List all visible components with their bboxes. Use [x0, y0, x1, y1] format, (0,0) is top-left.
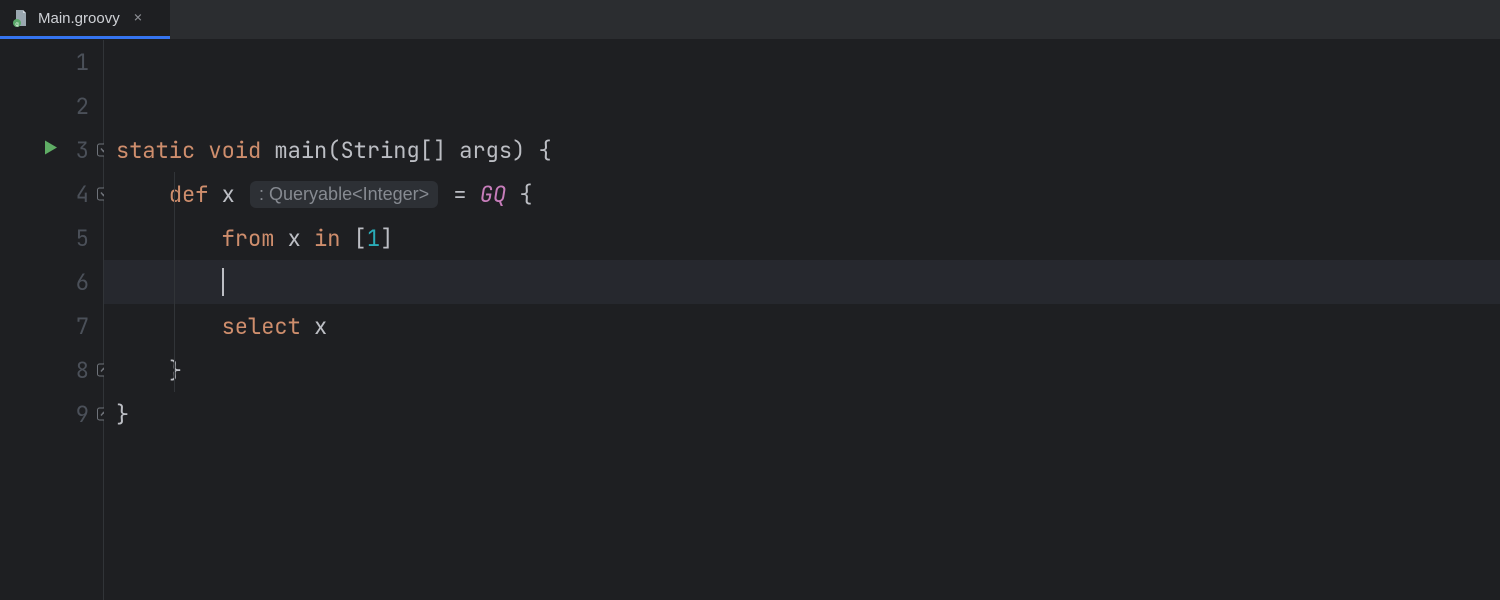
editor-tabbar: g Main.groovy ✕ [0, 0, 1500, 40]
editor-gutter[interactable]: 1 2 3 4 5 6 7 8 9 [0, 40, 104, 600]
bracket: ] [380, 224, 393, 253]
line-number: 5 [59, 224, 89, 253]
indent-guide [174, 260, 175, 304]
brace: } [169, 356, 182, 385]
groovy-file-icon: g [12, 9, 30, 27]
keyword-from: from [222, 224, 275, 253]
code-line[interactable] [104, 84, 1500, 128]
indent-guide [174, 216, 175, 260]
code-line[interactable]: select x [104, 304, 1500, 348]
gq-identifier: GQ [480, 180, 506, 209]
file-tab[interactable]: g Main.groovy ✕ [0, 0, 170, 39]
brace: { [525, 136, 551, 165]
indent-guide [174, 348, 175, 392]
keyword-select: select [222, 312, 301, 341]
code-editor: 1 2 3 4 5 6 7 8 9 [0, 40, 1500, 600]
file-tab-label: Main.groovy [38, 10, 120, 27]
run-gutter-icon[interactable] [44, 140, 58, 161]
fn-name: main [274, 136, 327, 165]
line-number: 4 [59, 180, 89, 209]
code-line[interactable]: } [104, 392, 1500, 436]
text-caret [222, 268, 224, 296]
keyword-static: static [116, 136, 195, 165]
indent-guide [174, 304, 175, 348]
var: x [314, 312, 327, 341]
line-number: 2 [59, 92, 89, 121]
indent-guide [174, 172, 175, 216]
code-line[interactable]: def x : Queryable<Integer> = GQ { [104, 172, 1500, 216]
bracket: [ [354, 224, 367, 253]
paren: ) [512, 136, 525, 165]
var: x [208, 180, 234, 209]
code-line[interactable]: } [104, 348, 1500, 392]
arg: args [446, 136, 512, 165]
code-line-current[interactable] [104, 260, 1500, 304]
code-line[interactable]: from x in [1] [104, 216, 1500, 260]
number-literal: 1 [367, 224, 380, 253]
inlay-type-hint[interactable]: : Queryable<Integer> [250, 181, 438, 208]
brace: } [116, 400, 129, 429]
line-number: 3 [59, 136, 89, 165]
code-line[interactable] [104, 40, 1500, 84]
keyword-in: in [314, 224, 340, 253]
line-number: 6 [59, 268, 89, 297]
line-number: 9 [59, 400, 89, 429]
svg-text:g: g [15, 22, 18, 27]
code-area[interactable]: static void main(String[] args) { def x … [104, 40, 1500, 600]
line-number: 1 [59, 48, 89, 77]
var: x [288, 224, 301, 253]
close-icon[interactable]: ✕ [134, 9, 142, 27]
type: String [340, 136, 419, 165]
line-number: 8 [59, 356, 89, 385]
line-number: 7 [59, 312, 89, 341]
brackets: [] [420, 136, 446, 165]
equals: = [440, 180, 480, 209]
paren: ( [327, 136, 340, 165]
code-line[interactable]: static void main(String[] args) { [104, 128, 1500, 172]
keyword-void: void [208, 136, 261, 165]
brace: { [506, 180, 532, 209]
